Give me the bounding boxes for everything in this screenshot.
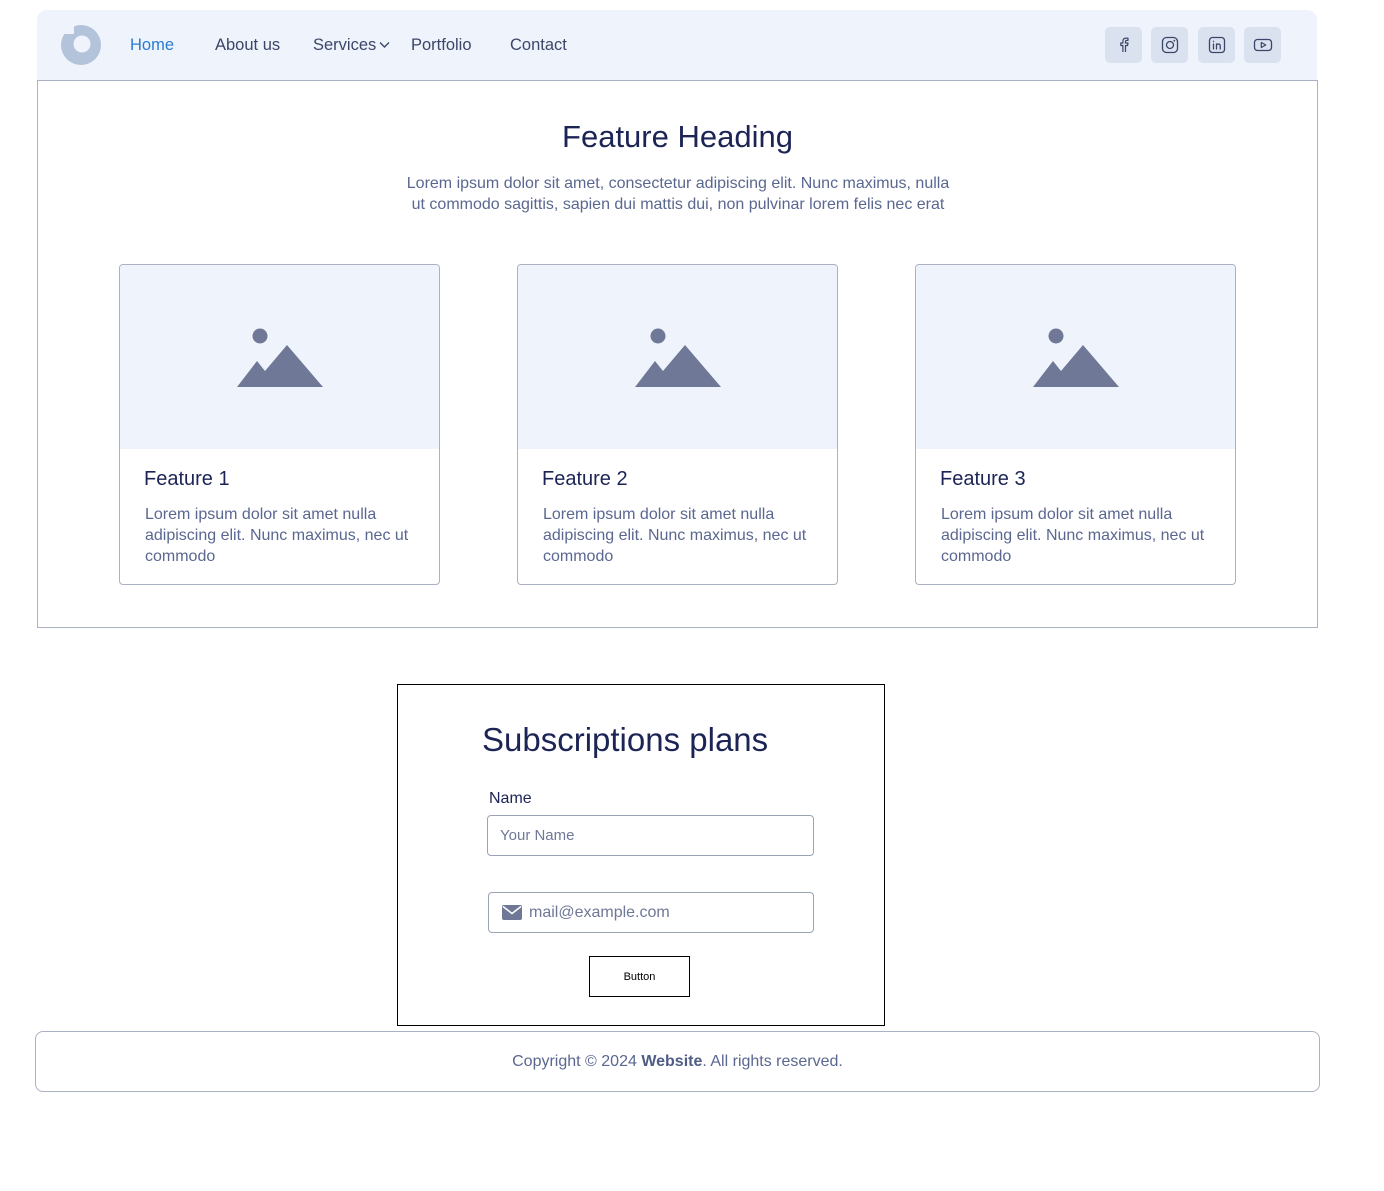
nav-services-label: Services [313, 36, 377, 54]
nav-services[interactable]: Services [313, 36, 390, 55]
top-navbar: Home About us Services Portfolio Contact [37, 10, 1317, 80]
feature-card: Feature 1 Lorem ipsum dolor sit amet nul… [119, 264, 440, 585]
nav-portfolio[interactable]: Portfolio [411, 36, 472, 55]
card-title: Feature 1 [144, 468, 230, 490]
submit-button[interactable]: Button [589, 956, 690, 997]
card-title: Feature 3 [940, 468, 1026, 490]
email-field[interactable] [488, 892, 814, 933]
name-input[interactable] [487, 815, 814, 856]
brand-name: Website [641, 1052, 703, 1070]
name-label: Name [489, 790, 532, 807]
instagram-button[interactable] [1151, 27, 1188, 63]
footer: Copyright © 2024 Website. All rights res… [35, 1031, 1320, 1092]
card-text: Lorem ipsum dolor sit amet nulla adipisc… [145, 506, 409, 565]
linkedin-button[interactable] [1198, 27, 1235, 63]
nav-home[interactable]: Home [130, 36, 174, 55]
copyright-prefix: Copyright © 2024 [512, 1052, 642, 1070]
card-image-placeholder [120, 265, 439, 449]
image-placeholder-icon [1032, 328, 1119, 387]
feature-subtitle: Lorem ipsum dolor sit amet, consectetur … [406, 175, 950, 213]
card-text: Lorem ipsum dolor sit amet nulla adipisc… [543, 506, 807, 565]
feature-section: Feature Heading Lorem ipsum dolor sit am… [37, 80, 1318, 628]
facebook-icon [1119, 37, 1129, 52]
card-text: Lorem ipsum dolor sit amet nulla adipisc… [941, 506, 1205, 565]
facebook-button[interactable] [1105, 27, 1142, 63]
feature-card: Feature 3 Lorem ipsum dolor sit amet nul… [915, 264, 1236, 585]
feature-heading: Feature Heading [562, 119, 793, 154]
youtube-icon [1253, 38, 1272, 52]
subscription-title: Subscriptions plans [482, 721, 769, 758]
copyright-text: Copyright © 2024 Website. All rights res… [512, 1053, 843, 1071]
envelope-icon [502, 905, 522, 920]
feature-card: Feature 2 Lorem ipsum dolor sit amet nul… [517, 264, 838, 585]
nav-about-us[interactable]: About us [215, 36, 280, 55]
logo-icon[interactable] [60, 24, 102, 66]
card-image-placeholder [518, 265, 837, 449]
copyright-suffix: . All rights reserved. [702, 1052, 843, 1070]
instagram-icon [1161, 36, 1178, 54]
linkedin-icon [1208, 36, 1225, 54]
card-title: Feature 2 [542, 468, 628, 490]
image-placeholder-icon [236, 328, 323, 387]
youtube-button[interactable] [1244, 27, 1281, 63]
nav-contact[interactable]: Contact [510, 36, 567, 55]
image-placeholder-icon [634, 328, 721, 387]
card-image-placeholder [916, 265, 1235, 449]
chevron-down-icon [379, 41, 390, 48]
email-input[interactable] [529, 893, 809, 932]
subscription-form: Subscriptions plans Name Button [397, 684, 885, 1026]
